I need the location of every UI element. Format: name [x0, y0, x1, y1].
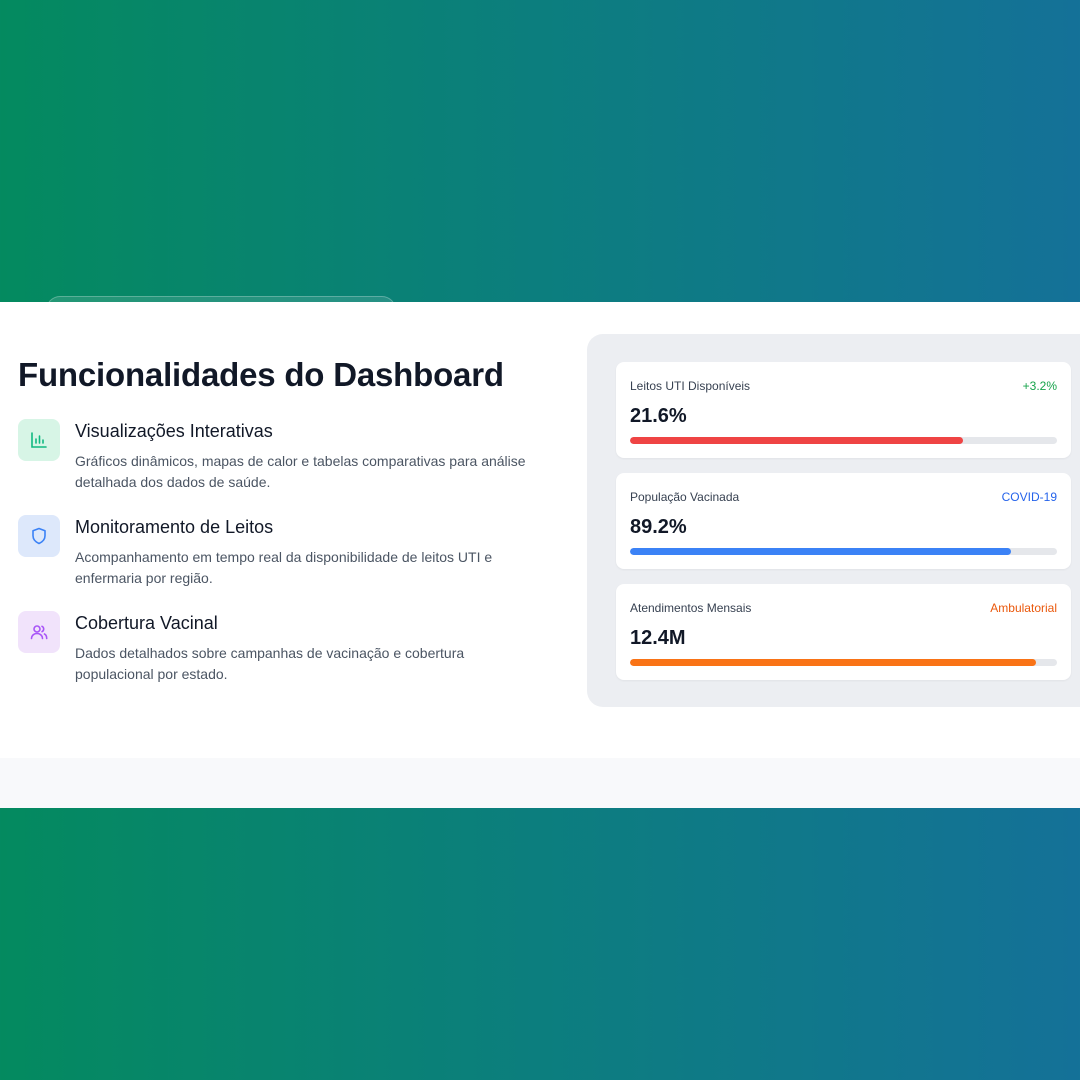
metric-card-monthly-visits: Atendimentos Mensais Ambulatorial 12.4M	[616, 584, 1071, 680]
metric-tag: Ambulatorial	[990, 601, 1057, 615]
feature-description: Gráficos dinâmicos, mapas de calor e tab…	[75, 453, 526, 490]
metric-tag: +3.2%	[1022, 379, 1057, 393]
metric-label: Leitos UTI Disponíveis	[630, 379, 751, 393]
metrics-panel: Leitos UTI Disponíveis +3.2% 21.6% Popul…	[587, 334, 1080, 707]
features-section: Funcionalidades do Dashboard Visualizaçõ…	[0, 302, 1080, 808]
section-title: Funcionalidades do Dashboard	[18, 356, 504, 393]
section-footer-strip	[0, 758, 1080, 808]
progress-track	[630, 548, 1057, 555]
feature-title: Cobertura Vacinal	[75, 613, 218, 633]
shield-icon	[18, 515, 60, 557]
progress-track	[630, 437, 1057, 444]
metric-card-vaccinated-population: População Vacinada COVID-19 89.2%	[616, 473, 1071, 569]
metric-value: 12.4M	[630, 627, 686, 649]
progress-fill	[630, 437, 964, 444]
feature-description: Acompanhamento em tempo real da disponib…	[75, 549, 493, 586]
metric-label: População Vacinada	[630, 490, 740, 504]
feature-title: Visualizações Interativas	[75, 421, 273, 441]
feature-title: Monitoramento de Leitos	[75, 517, 274, 537]
progress-fill	[630, 548, 1011, 555]
metric-tag: COVID-19	[1001, 490, 1057, 504]
progress-fill	[630, 659, 1036, 666]
bar-chart-icon	[18, 419, 60, 461]
metric-card-icu-beds: Leitos UTI Disponíveis +3.2% 21.6%	[616, 362, 1071, 458]
metric-value: 89.2%	[630, 516, 687, 538]
feature-description: Dados detalhados sobre campanhas de vaci…	[75, 645, 465, 682]
progress-track	[630, 659, 1057, 666]
metric-label: Atendimentos Mensais	[630, 601, 752, 615]
metric-value: 21.6%	[630, 405, 687, 427]
users-icon	[18, 611, 60, 653]
